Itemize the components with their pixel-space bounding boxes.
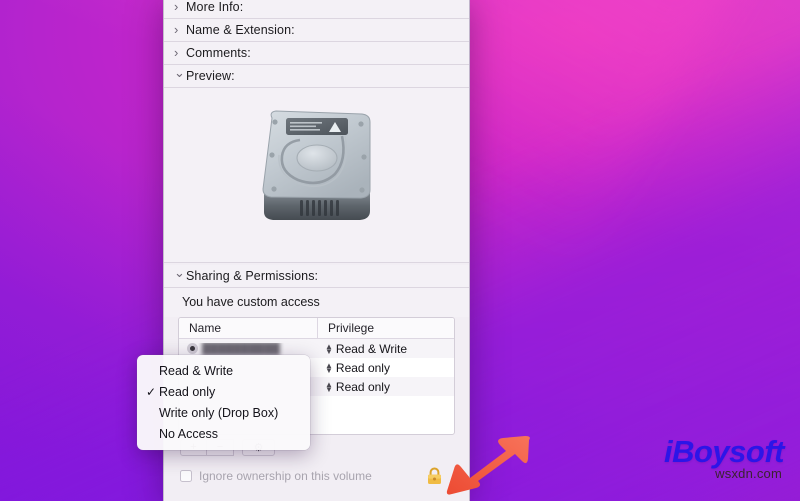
menu-item-label: Read only bbox=[159, 384, 216, 399]
privilege-value: Read only bbox=[335, 379, 390, 394]
section-more-info[interactable]: More Info: bbox=[164, 0, 469, 19]
stepper-icon[interactable]: ▲ ▼ bbox=[325, 361, 333, 374]
menu-item-read-only[interactable]: ✓ Read only bbox=[137, 381, 310, 402]
chevron-right-icon[interactable] bbox=[174, 46, 186, 60]
section-preview[interactable]: Preview: bbox=[164, 65, 469, 88]
cell-user-name: ██████████ bbox=[179, 343, 318, 355]
section-name-extension[interactable]: Name & Extension: bbox=[164, 19, 469, 42]
section-label: Name & Extension: bbox=[186, 23, 295, 37]
menu-item-no-access[interactable]: No Access bbox=[137, 423, 310, 444]
chevron-right-icon[interactable] bbox=[174, 23, 186, 37]
menu-item-read-write[interactable]: Read & Write bbox=[137, 360, 310, 381]
section-label: More Info: bbox=[186, 0, 244, 14]
screen: More Info: Name & Extension: Comments: P… bbox=[0, 0, 800, 501]
chevron-down-icon[interactable] bbox=[174, 69, 186, 83]
checkmark-icon: ✓ bbox=[146, 384, 157, 399]
table-header: Name Privilege bbox=[179, 318, 454, 339]
menu-item-label: Write only (Drop Box) bbox=[159, 405, 279, 420]
ignore-ownership-row[interactable]: Ignore ownership on this volume bbox=[164, 466, 469, 486]
privilege-value: Read only bbox=[335, 360, 390, 375]
brand-logo: iBoysoft bbox=[664, 434, 785, 469]
cell-privilege[interactable]: ▲ ▼ Read only bbox=[318, 380, 454, 394]
privilege-dropdown-menu[interactable]: Read & Write ✓ Read only Write only (Dro… bbox=[137, 355, 310, 450]
ignore-ownership-checkbox[interactable] bbox=[180, 470, 192, 482]
chevron-down-icon[interactable] bbox=[174, 269, 186, 283]
section-label: Preview: bbox=[186, 69, 235, 83]
section-label: Sharing & Permissions: bbox=[186, 269, 319, 283]
stepper-icon[interactable]: ▲ ▼ bbox=[325, 342, 333, 355]
access-summary: You have custom access bbox=[164, 288, 469, 317]
column-header-privilege: Privilege bbox=[328, 321, 375, 335]
menu-item-label: Read & Write bbox=[159, 363, 234, 378]
section-comments[interactable]: Comments: bbox=[164, 42, 469, 65]
section-sharing-permissions[interactable]: Sharing & Permissions: bbox=[164, 265, 469, 288]
redacted-username: ██████████ bbox=[202, 342, 280, 355]
section-label: Comments: bbox=[186, 46, 251, 60]
privilege-value: Read & Write bbox=[335, 341, 408, 356]
cell-privilege[interactable]: ▲ ▼ Read only bbox=[318, 361, 454, 375]
stepper-icon[interactable]: ▲ ▼ bbox=[325, 380, 333, 393]
chevron-right-icon[interactable] bbox=[174, 0, 186, 14]
cell-privilege[interactable]: ▲ ▼ Read & Write bbox=[318, 342, 454, 356]
menu-item-label: No Access bbox=[159, 426, 219, 441]
preview-area bbox=[164, 88, 469, 263]
menu-item-write-only[interactable]: Write only (Drop Box) bbox=[137, 402, 310, 423]
column-header-name: Name bbox=[179, 318, 318, 338]
ignore-ownership-label: Ignore ownership on this volume bbox=[199, 469, 372, 483]
hard-disk-icon bbox=[242, 100, 392, 250]
watermark: iBoysoft wsxdn.com bbox=[664, 434, 785, 481]
callout-arrow bbox=[437, 434, 532, 501]
user-icon bbox=[187, 343, 198, 354]
